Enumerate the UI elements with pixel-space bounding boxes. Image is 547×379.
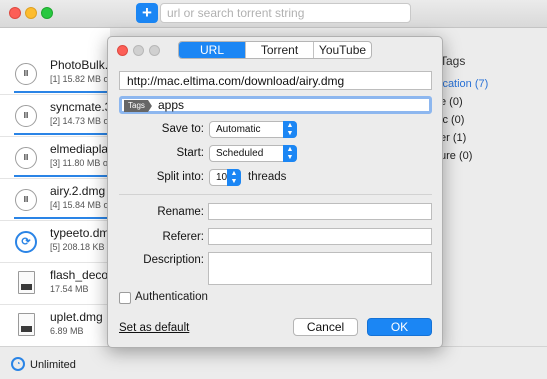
progress-bar <box>14 217 110 219</box>
download-meta: [5] 208.18 KB <box>50 242 105 252</box>
chevron-updown-icon[interactable]: ▲ ▼ <box>227 169 241 186</box>
tags-input[interactable]: Tags apps <box>119 96 432 114</box>
download-row[interactable]: flash_decor 17.54 MB <box>0 265 113 305</box>
save-to-select[interactable]: Automatic ▲ ▼ <box>209 121 297 138</box>
download-meta: 17.54 MB <box>50 284 89 294</box>
zoom-window-button[interactable] <box>41 7 53 19</box>
tab-url[interactable]: URL <box>179 42 246 58</box>
tag-item[interactable]: er (1) <box>440 132 466 144</box>
pause-icon[interactable]: II <box>15 105 37 127</box>
file-icon <box>18 313 35 336</box>
start-label: Start: <box>176 147 204 159</box>
refresh-icon[interactable]: ⟳ <box>15 231 37 253</box>
download-name: airy.2.dmg <box>50 184 106 198</box>
chevron-updown-icon: ▲ ▼ <box>283 145 297 162</box>
close-dialog-button[interactable] <box>117 45 128 56</box>
divider <box>119 194 432 195</box>
download-name: syncmate.3 <box>50 100 112 114</box>
rename-label: Rename: <box>157 206 204 218</box>
download-meta: [1] 15.82 MB o <box>50 74 109 84</box>
minimize-window-button[interactable] <box>25 7 37 19</box>
download-name: elmediaplay <box>50 142 115 156</box>
tag-item[interactable]: e (0) <box>440 96 463 108</box>
save-to-label: Save to: <box>161 123 204 135</box>
authentication-checkbox[interactable] <box>119 292 131 304</box>
tags-value: apps <box>158 98 185 112</box>
close-window-button[interactable] <box>9 7 21 19</box>
url-input[interactable] <box>119 71 432 90</box>
file-icon <box>18 271 35 294</box>
download-name: PhotoBulk.c <box>50 58 115 72</box>
source-tabs: URL Torrent YouTube <box>178 41 372 59</box>
download-row[interactable]: II airy.2.dmg [4] 15.84 MB o <box>0 181 110 221</box>
download-row[interactable]: ⟳ typeeto.dm [5] 208.18 KB <box>0 223 110 263</box>
speedometer-icon[interactable]: ◔ <box>11 357 25 371</box>
download-name: flash_decor <box>50 268 113 282</box>
split-into-label: Split into: <box>156 171 204 183</box>
search-input[interactable] <box>160 3 411 23</box>
description-field[interactable] <box>208 252 432 285</box>
download-row[interactable]: II PhotoBulk.c [1] 15.82 MB o <box>0 55 114 95</box>
download-meta: [4] 15.84 MB o <box>50 200 109 210</box>
download-meta: [2] 14.73 MB o <box>50 116 109 126</box>
zoom-dialog-button <box>149 45 160 56</box>
download-name: uplet.dmg <box>50 310 103 324</box>
tab-youtube[interactable]: YouTube <box>314 42 371 58</box>
start-select[interactable]: Scheduled ▲ ▼ <box>209 145 297 162</box>
referer-label: Referer: <box>162 231 204 243</box>
tab-torrent[interactable]: Torrent <box>246 42 314 58</box>
referer-field[interactable] <box>208 228 432 245</box>
authentication-label[interactable]: Authentication <box>135 291 208 303</box>
progress-bar <box>14 91 110 93</box>
tag-item[interactable]: ure (0) <box>440 150 472 162</box>
tag-chip: Tags <box>124 100 152 112</box>
cancel-button[interactable]: Cancel <box>293 318 358 336</box>
download-row[interactable]: II syncmate.3 [2] 14.73 MB o <box>0 97 112 137</box>
start-value: Scheduled <box>216 148 264 159</box>
set-as-default-link[interactable]: Set as default <box>119 322 189 334</box>
speed-limit-label[interactable]: Unlimited <box>30 359 76 371</box>
download-name: typeeto.dm <box>50 226 110 240</box>
tag-item[interactable]: ication (7) <box>440 78 488 90</box>
chevron-updown-icon: ▲ ▼ <box>283 121 297 138</box>
download-meta: [3] 11.80 MB o <box>50 158 108 168</box>
status-bar: ◔ Unlimited <box>0 346 547 379</box>
progress-bar <box>14 133 110 135</box>
tags-panel-title: Tags <box>440 54 466 68</box>
download-row[interactable]: uplet.dmg 6.89 MB <box>0 307 110 347</box>
download-row[interactable]: II elmediaplay [3] 11.80 MB o <box>0 139 114 179</box>
pause-icon[interactable]: II <box>15 147 37 169</box>
save-to-value: Automatic <box>216 124 261 135</box>
add-download-button[interactable]: + <box>136 3 158 23</box>
description-label: Description: <box>143 254 204 266</box>
download-meta: 6.89 MB <box>50 326 84 336</box>
tags-panel: Tags ication (7) e (0) ic (0) er (1) ure… <box>440 28 547 346</box>
tag-item[interactable]: ic (0) <box>440 114 464 126</box>
pause-icon[interactable]: II <box>15 189 37 211</box>
rename-field[interactable] <box>208 203 432 220</box>
minimize-dialog-button <box>133 45 144 56</box>
split-value: 10 <box>216 172 228 183</box>
threads-label: threads <box>248 171 287 183</box>
split-stepper[interactable]: 10 ▲ ▼ <box>209 169 241 186</box>
progress-bar <box>14 175 110 177</box>
ok-button[interactable]: OK <box>367 318 432 336</box>
add-download-dialog: URL Torrent YouTube Tags apps Save to: A… <box>107 36 443 348</box>
titlebar: + <box>0 0 547 28</box>
pause-icon[interactable]: II <box>15 63 37 85</box>
downloads-list: II PhotoBulk.c [1] 15.82 MB o II syncmat… <box>0 28 114 347</box>
